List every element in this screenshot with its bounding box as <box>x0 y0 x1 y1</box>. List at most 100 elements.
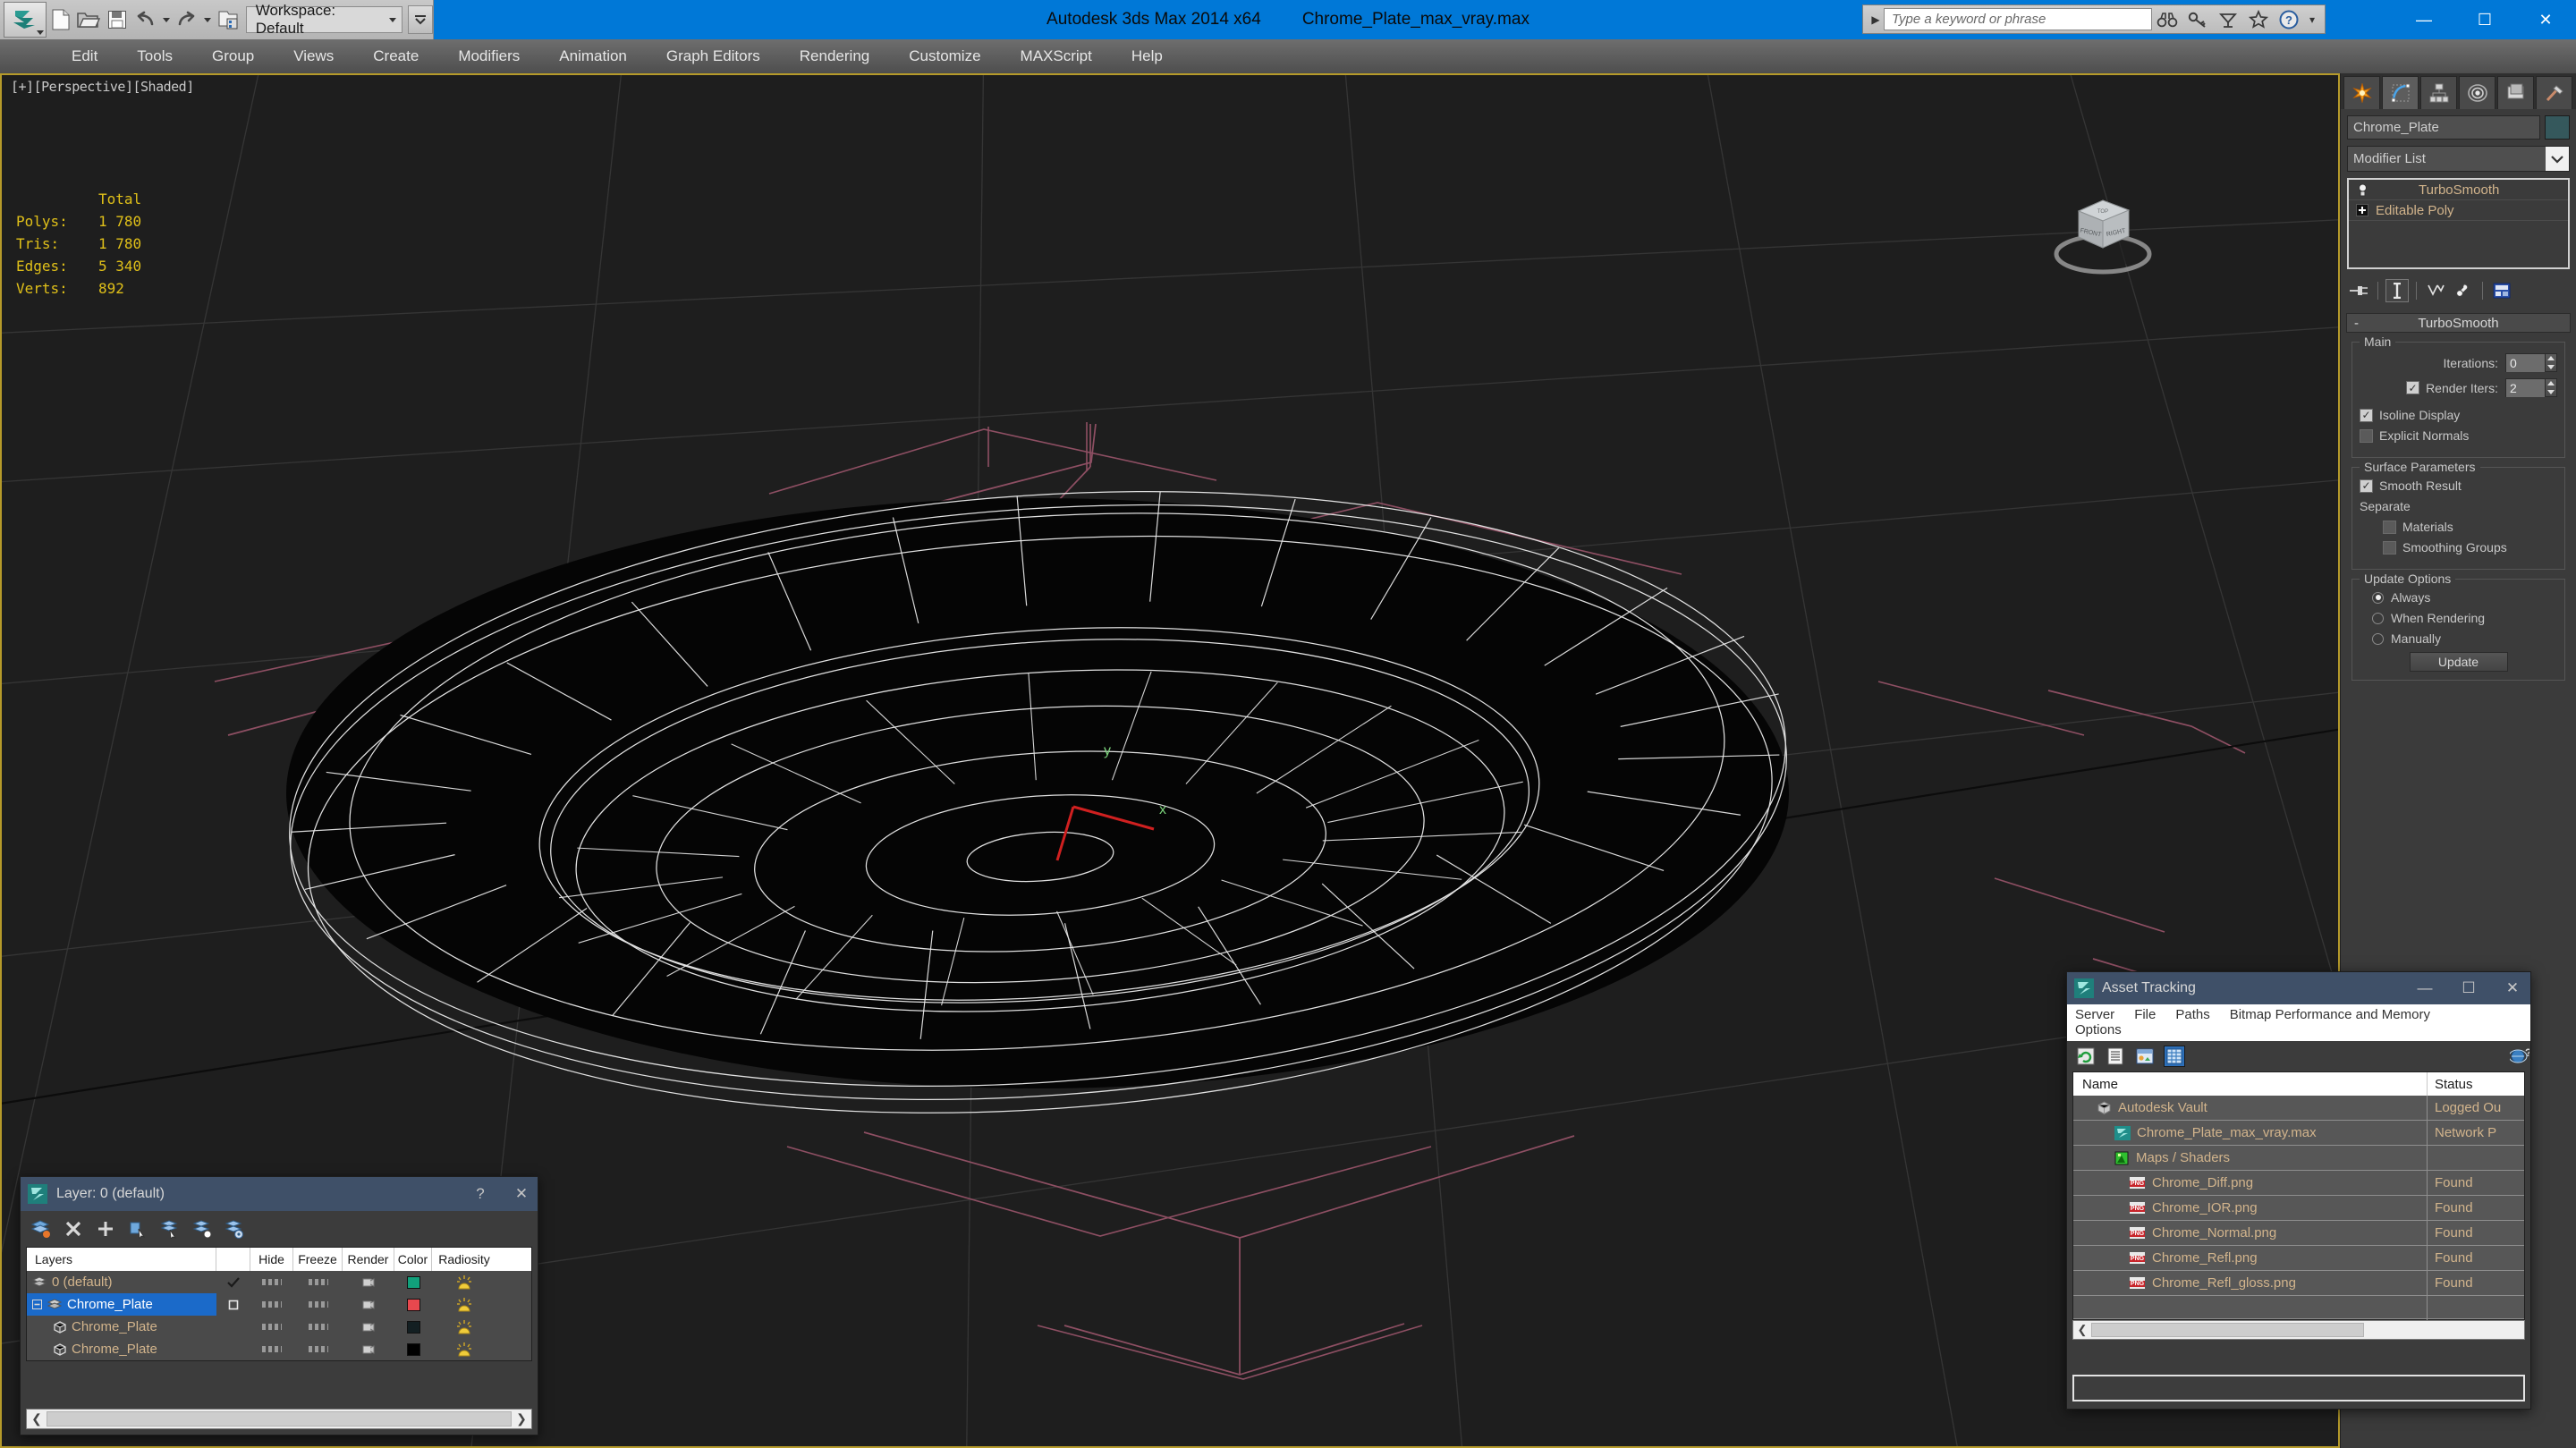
configure-modifier-sets-icon[interactable] <box>2490 279 2513 302</box>
update-when-rendering-radio[interactable] <box>2372 612 2384 624</box>
minimize-button[interactable]: — <box>2394 0 2454 39</box>
render-iters-value[interactable]: 2 <box>2505 378 2545 397</box>
update-always-radio[interactable] <box>2372 591 2384 604</box>
highlight-selected-objects-layers-icon[interactable] <box>191 1217 214 1241</box>
layer-radiosity-cell[interactable] <box>432 1274 496 1291</box>
layer-radiosity-cell[interactable] <box>432 1342 496 1358</box>
table-row[interactable]: PNG Chrome_IOR.png Found <box>2073 1195 2524 1221</box>
menu-item-modifiers[interactable]: Modifiers <box>438 39 539 73</box>
explicit-normals-row[interactable]: Explicit Normals <box>2360 428 2557 443</box>
rollout-collapse-icon[interactable]: - <box>2354 316 2359 331</box>
menu-item-group[interactable]: Group <box>192 39 274 73</box>
workspace-dropdown-button[interactable] <box>408 5 434 34</box>
render-iters-checkbox[interactable]: ✓ <box>2406 381 2420 394</box>
column-header-freeze[interactable]: Freeze <box>293 1248 343 1271</box>
tab-display[interactable] <box>2497 76 2534 109</box>
table-row[interactable]: PNG Chrome_Refl_gloss.png Found <box>2073 1270 2524 1296</box>
layer-hide-cell[interactable] <box>250 1279 293 1285</box>
asset-menu-file[interactable]: File <box>2134 1007 2156 1022</box>
select-objects-in-layer-icon[interactable] <box>126 1217 149 1241</box>
lightbulb-icon[interactable] <box>2355 182 2369 197</box>
layer-properties-icon[interactable] <box>223 1217 246 1241</box>
view-cube[interactable]: FRONT RIGHT TOP <box>2027 181 2179 288</box>
refresh-icon[interactable] <box>2075 1046 2097 1067</box>
column-header-name[interactable]: Name <box>2073 1072 2428 1096</box>
asset-name-cell[interactable]: Chrome_Plate_max_vray.max <box>2073 1120 2428 1146</box>
render-iters-spinner[interactable]: 2 <box>2505 378 2557 397</box>
asset-horizontal-scrollbar[interactable]: ❮ <box>2072 1320 2525 1340</box>
map-paths-icon[interactable] <box>2134 1046 2156 1067</box>
asset-menu-options[interactable]: Options <box>2075 1022 2122 1037</box>
render-iters-spin-buttons[interactable] <box>2545 378 2557 397</box>
layer-radiosity-cell[interactable] <box>432 1297 496 1313</box>
menu-item-maxscript[interactable]: MAXScript <box>1001 39 1112 73</box>
table-view-icon[interactable] <box>2164 1046 2185 1067</box>
layer-name-cell[interactable]: Chrome_Plate <box>27 1293 216 1316</box>
close-button[interactable]: ✕ <box>2515 0 2576 39</box>
new-file-button[interactable] <box>47 4 74 35</box>
help-globe-icon[interactable]: ? <box>2509 1046 2530 1067</box>
make-unique-icon[interactable] <box>2424 279 2447 302</box>
scroll-left-icon[interactable]: ❮ <box>27 1411 47 1427</box>
undo-button[interactable] <box>131 4 159 35</box>
layer-color-cell[interactable] <box>394 1342 432 1356</box>
table-row[interactable]: PNG Chrome_Normal.png Found <box>2073 1220 2524 1246</box>
update-button[interactable]: Update <box>2409 652 2508 672</box>
layer-name-cell[interactable]: 0 (default) <box>27 1271 216 1293</box>
asset-menu-server[interactable]: Server <box>2075 1007 2114 1022</box>
update-manually-radio[interactable] <box>2372 632 2384 645</box>
table-row[interactable]: PNG Chrome_Refl.png Found <box>2073 1245 2524 1271</box>
layer-dialog-close-button[interactable]: ✕ <box>505 1185 538 1203</box>
layer-color-cell[interactable] <box>394 1275 432 1289</box>
menu-item-help[interactable]: Help <box>1112 39 1182 73</box>
table-row[interactable]: Chrome_Plate <box>27 1316 531 1338</box>
smoothing-groups-row[interactable]: Smoothing Groups <box>2360 540 2557 555</box>
table-row[interactable]: Maps / Shaders <box>2073 1145 2524 1171</box>
layer-render-cell[interactable] <box>343 1299 394 1311</box>
menu-item-tools[interactable]: Tools <box>117 39 192 73</box>
search-expand-icon[interactable]: ▶ <box>1868 13 1884 26</box>
redo-button[interactable] <box>173 4 200 35</box>
viewport-label[interactable]: [+][Perspective][Shaded] <box>11 79 194 95</box>
isoline-display-checkbox[interactable]: ✓ <box>2360 408 2373 422</box>
layer-freeze-cell[interactable] <box>293 1346 343 1352</box>
layer-freeze-cell[interactable] <box>293 1301 343 1308</box>
layer-radiosity-cell[interactable] <box>432 1319 496 1335</box>
layer-hide-cell[interactable] <box>250 1346 293 1352</box>
expand-collapse-icon[interactable] <box>32 1300 42 1309</box>
tab-modify[interactable] <box>2382 76 2419 109</box>
open-file-button[interactable] <box>75 4 103 35</box>
asset-name-cell[interactable]: PNG Chrome_Diff.png <box>2073 1170 2428 1196</box>
layer-color-cell[interactable] <box>394 1298 432 1311</box>
help-icon[interactable]: ? <box>2274 6 2304 33</box>
set-project-folder-button[interactable] <box>214 4 242 35</box>
column-header-render[interactable]: Render <box>343 1248 394 1271</box>
update-manually-row[interactable]: Manually <box>2360 631 2557 646</box>
turbosmooth-rollout-header[interactable]: - TurboSmooth <box>2346 313 2571 333</box>
asset-close-button[interactable]: ✕ <box>2495 979 2530 997</box>
undo-dropdown-button[interactable] <box>159 4 173 35</box>
layer-horizontal-scrollbar[interactable]: ❮ ❯ <box>26 1409 532 1429</box>
add-selection-to-layer-icon[interactable] <box>94 1217 117 1241</box>
binoculars-icon[interactable] <box>2152 6 2182 33</box>
materials-checkbox[interactable] <box>2383 520 2396 534</box>
chevron-down-icon[interactable] <box>2546 147 2569 171</box>
layer-dialog[interactable]: Layer: 0 (default) ? ✕ Layers Hide Freez… <box>20 1176 538 1435</box>
column-header-current[interactable] <box>216 1248 250 1271</box>
create-new-layer-icon[interactable] <box>30 1217 53 1241</box>
modifier-list-dropdown[interactable]: Modifier List <box>2347 146 2570 172</box>
redo-dropdown-button[interactable] <box>200 4 214 35</box>
delete-layer-icon[interactable] <box>62 1217 85 1241</box>
scroll-left-icon[interactable]: ❮ <box>2073 1323 2091 1337</box>
search-input[interactable]: Type a keyword or phrase <box>1884 8 2152 30</box>
menu-item-edit[interactable]: Edit <box>52 39 117 73</box>
column-header-layers[interactable]: Layers <box>27 1248 216 1271</box>
workspace-selector[interactable]: Workspace: Default <box>245 2 403 37</box>
layer-render-cell[interactable] <box>343 1321 394 1334</box>
layer-name-cell[interactable]: Chrome_Plate <box>27 1316 216 1338</box>
update-always-row[interactable]: Always <box>2360 590 2557 605</box>
object-color-swatch[interactable] <box>2545 115 2570 140</box>
pin-stack-icon[interactable] <box>2347 279 2370 302</box>
layer-hide-cell[interactable] <box>250 1301 293 1308</box>
asset-name-cell[interactable]: Autodesk Vault <box>2073 1095 2428 1121</box>
